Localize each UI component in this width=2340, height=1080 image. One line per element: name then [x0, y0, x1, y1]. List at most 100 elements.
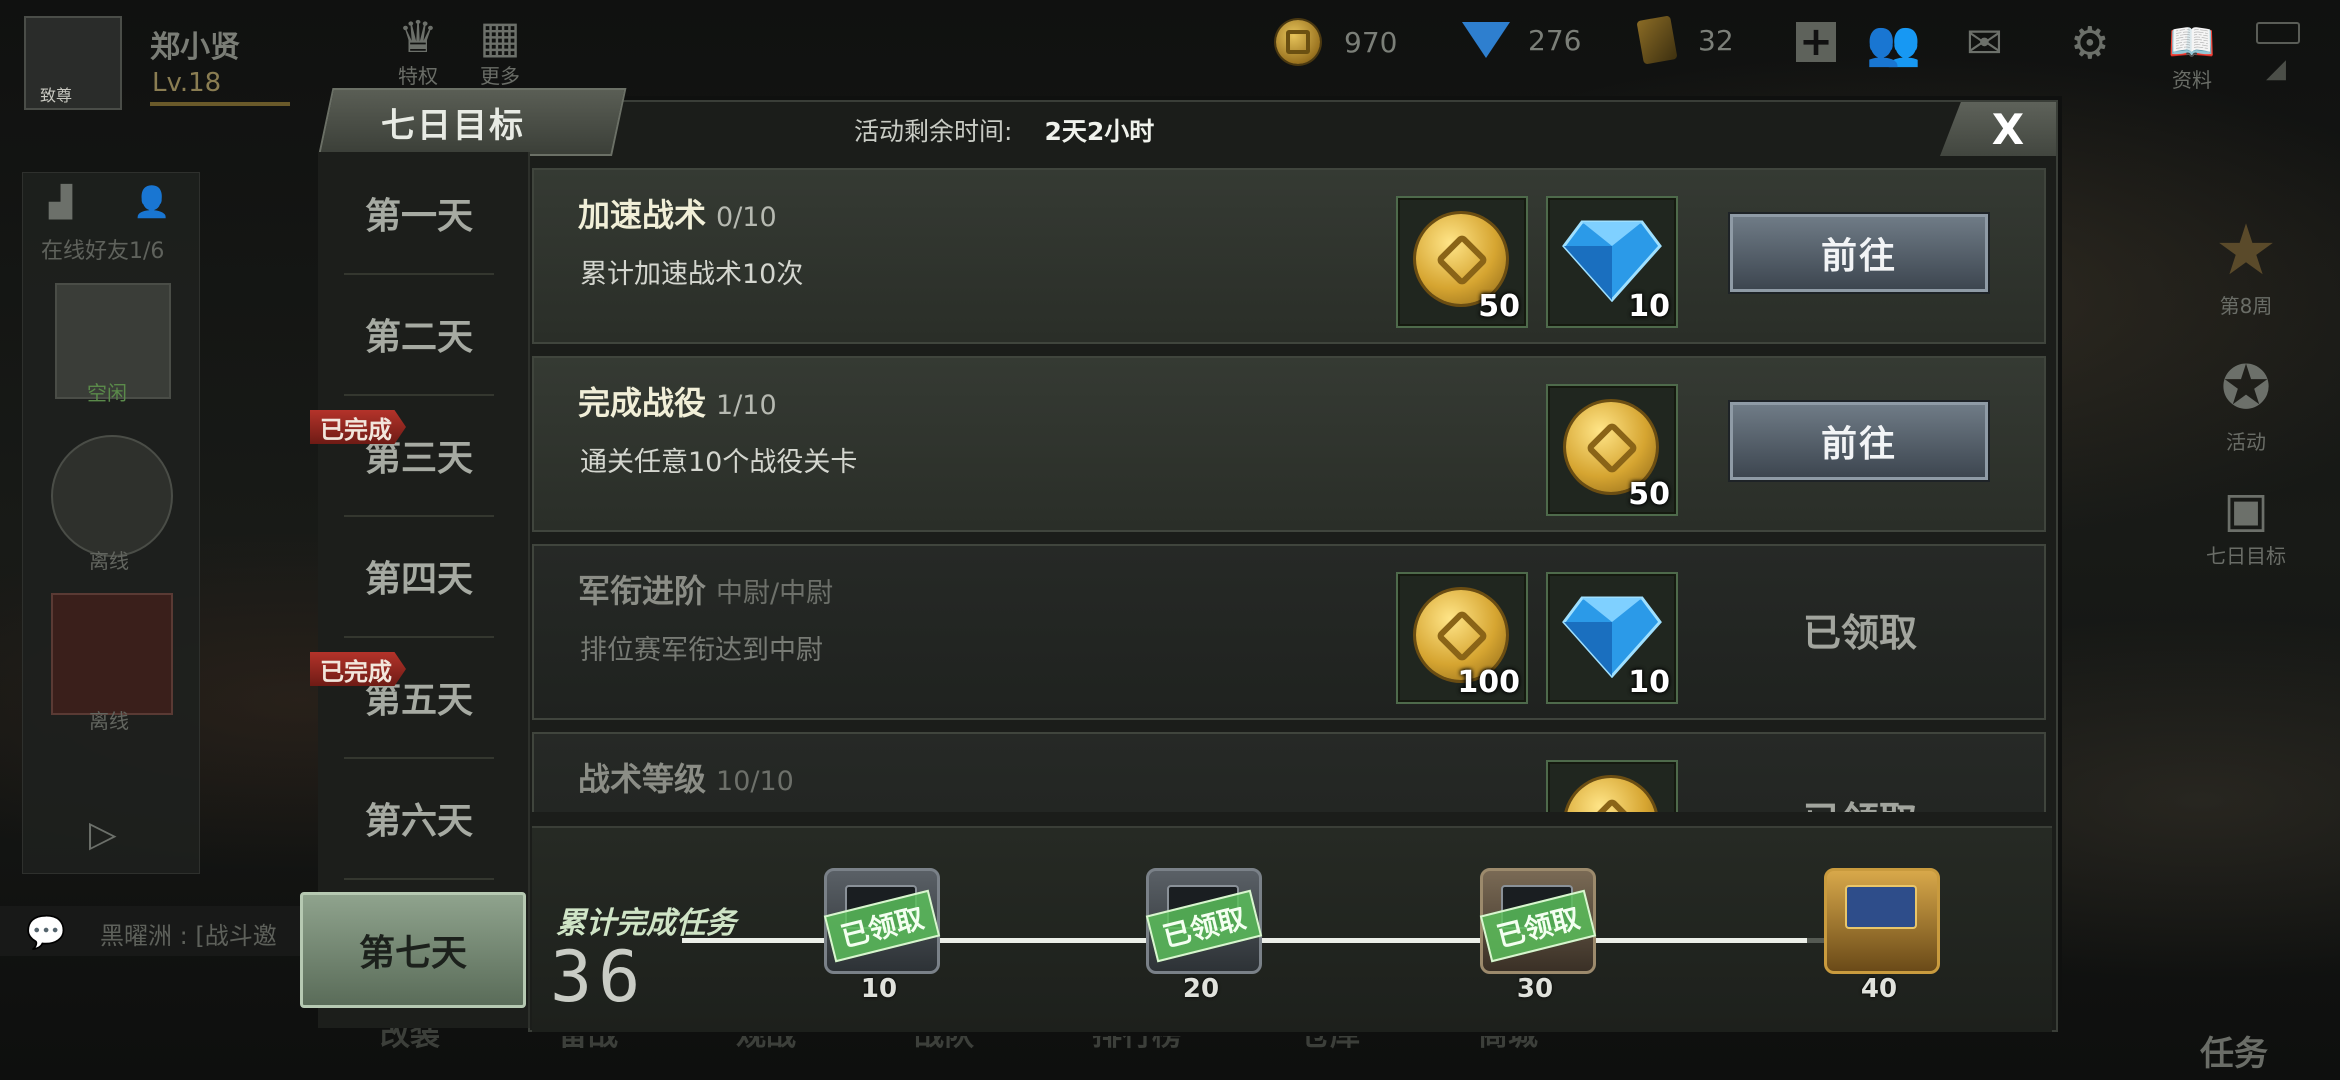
golden-chest-icon — [1824, 868, 1940, 974]
mail-icon[interactable]: ✉ — [1966, 22, 2003, 66]
task-title: 战术等级 10/10 — [578, 760, 794, 798]
book-icon: 📖 — [2168, 20, 2216, 64]
player-level: Lv.18 — [152, 68, 222, 98]
task-title: 军衔进阶 中尉/中尉 — [578, 572, 834, 610]
task-nav-button[interactable]: 任务 — [2200, 1026, 2268, 1075]
completed-badge: 已完成 — [310, 652, 406, 686]
chat-preview: 黑曜洲 : [战斗邀 — [100, 922, 277, 950]
task-row: 完成战役 1/10 通关任意10个战役关卡 50 前往 — [532, 356, 2046, 532]
weekly-label: 第8周 — [2219, 294, 2273, 318]
friend-slot-3-status: 离线 — [89, 709, 129, 733]
reward-amount: 10 — [1628, 289, 1670, 324]
privilege-label: 特权 — [398, 64, 438, 88]
reward-amount: 10 — [1628, 665, 1670, 700]
more-button[interactable]: ▦ 更多 — [472, 16, 528, 89]
privilege-button[interactable]: ♛ 特权 — [390, 16, 446, 89]
diamond-resource[interactable]: 276 — [1462, 22, 1581, 58]
ticket-amount: 32 — [1698, 23, 1734, 57]
go-button[interactable]: 前往 — [1730, 214, 1988, 292]
task-progress: 0/10 — [716, 202, 777, 233]
gold-resource[interactable]: 970 — [1276, 20, 1397, 64]
battery-icon — [2256, 22, 2300, 44]
ticket-resource[interactable]: 32 — [1636, 15, 1734, 65]
gold-coin-icon — [1276, 20, 1320, 64]
reward-item[interactable] — [1546, 760, 1678, 812]
go-button[interactable]: 前往 — [1730, 402, 1988, 480]
reward-amount: 50 — [1478, 289, 1520, 324]
event-label: 活动 — [2226, 430, 2266, 454]
cumulative-count: 36 — [550, 936, 647, 1018]
signal-icon: ◢ — [2266, 54, 2286, 84]
weekly-button[interactable]: ★ 第8周 — [2196, 210, 2296, 319]
friend-slot-1-status: 空闲 — [87, 381, 127, 405]
milestone-chest-20[interactable]: 已领取 — [1136, 858, 1266, 988]
task-title: 加速战术 0/10 — [578, 196, 777, 234]
grid-icon: ▦ — [479, 12, 521, 63]
rank-icon[interactable]: ▟ — [49, 181, 72, 225]
seven-day-label: 七日目标 — [2206, 544, 2286, 568]
friends-panel: ▟ 👤 在线好友1/6 空闲 离线 离线 ▷ — [22, 172, 200, 874]
seven-day-goal-modal: 活动剩余时间: 2天2小时 X 加速战术 0/10 累计加速战术10次 50 10 … — [300, 88, 2058, 1032]
tab-day-6[interactable]: 第六天 — [344, 757, 494, 880]
task-list[interactable]: 加速战术 0/10 累计加速战术10次 50 10 前往 完成战役 1/10 通关任… — [532, 164, 2046, 812]
friends-icon[interactable]: 👥 — [1866, 22, 1921, 66]
milestone-chest-10[interactable]: 已领取 — [814, 858, 944, 988]
friends-online-label: 在线好友1/6 — [41, 239, 165, 264]
star-medal-icon: ★ — [2214, 209, 2278, 291]
diamond-icon — [1462, 22, 1510, 58]
chest-icon: ▣ — [2223, 482, 2269, 538]
reward-amount: 50 — [1628, 477, 1670, 512]
timer-label: 活动剩余时间: — [854, 117, 1013, 146]
reward-item[interactable]: 50 — [1546, 384, 1678, 516]
diamond-amount: 276 — [1528, 23, 1582, 57]
friend-slot-2[interactable] — [51, 435, 173, 557]
crown-icon: ♛ — [398, 12, 438, 63]
reward-item[interactable]: 50 — [1396, 196, 1528, 328]
close-button[interactable]: X — [1940, 102, 2056, 156]
tab-day-2[interactable]: 第二天 — [344, 273, 494, 396]
day-tabs: 第一天 第二天 第三天 已完成 第四天 第五天 已完成 第六天 第七天 — [300, 152, 530, 1028]
task-progress: 1/10 — [716, 390, 777, 421]
chat-bubble-icon: 💬 — [26, 913, 66, 951]
task-title: 完成战役 1/10 — [578, 384, 777, 422]
reward-item[interactable]: 10 — [1546, 196, 1678, 328]
profile-button[interactable]: 📖 资料 — [2162, 20, 2222, 93]
gold-amount: 970 — [1344, 25, 1398, 59]
exp-bar — [150, 102, 290, 106]
completed-badge: 已完成 — [310, 410, 406, 444]
modal-frame: 活动剩余时间: 2天2小时 X 加速战术 0/10 累计加速战术10次 50 10 … — [528, 100, 2058, 1032]
event-star-icon: ✪ — [2220, 353, 2272, 423]
milestone-chest-30[interactable]: 已领取 — [1470, 858, 1600, 988]
milestone-value: 10 — [860, 974, 898, 1004]
tab-day-1[interactable]: 第一天 — [344, 152, 494, 275]
expand-arrow-icon[interactable]: ▷ — [89, 813, 117, 857]
milestone-value: 30 — [1516, 974, 1554, 1004]
add-icon[interactable]: + — [1796, 22, 1836, 62]
avatar-badge: 致尊 — [40, 86, 73, 105]
reward-item[interactable]: 10 — [1546, 572, 1678, 704]
timer-value: 2天2小时 — [1044, 117, 1155, 146]
event-button[interactable]: ✪ 活动 — [2196, 350, 2296, 455]
close-icon: X — [1991, 104, 2025, 154]
task-description: 通关任意10个战役关卡 — [580, 447, 858, 478]
reward-amount: 100 — [1457, 665, 1520, 700]
player-avatar[interactable]: 致尊 — [24, 16, 122, 110]
friend-slot-2-status: 离线 — [89, 549, 129, 573]
tab-day-7[interactable]: 第七天 — [300, 892, 526, 1008]
tab-day-4[interactable]: 第四天 — [344, 515, 494, 638]
task-description: 排位赛军衔达到中尉 — [580, 635, 823, 666]
ticket-icon — [1636, 15, 1678, 65]
claimed-status: 已领取 — [1802, 611, 1917, 655]
cumulative-progress: 累计完成任务 36 已领取 10 已领取 20 已领取 30 40 — [532, 826, 2052, 1032]
milestone-value: 40 — [1860, 974, 1898, 1004]
chat-bar[interactable]: 💬 黑曜洲 : [战斗邀 — [0, 906, 330, 956]
reward-item[interactable]: 100 — [1396, 572, 1528, 704]
milestone-chest-40[interactable] — [1814, 858, 1944, 988]
settings-gear-icon[interactable]: ⚙ — [2070, 22, 2109, 66]
seven-day-button[interactable]: ▣ 七日目标 — [2186, 480, 2306, 569]
task-progress: 中尉/中尉 — [716, 578, 834, 609]
friend-slot-3[interactable] — [51, 593, 173, 715]
friend-tab-icon[interactable]: 👤 — [133, 181, 170, 225]
task-description: 累计加速战术10次 — [580, 259, 804, 290]
claimed-status: 已领取 — [1734, 790, 1986, 812]
